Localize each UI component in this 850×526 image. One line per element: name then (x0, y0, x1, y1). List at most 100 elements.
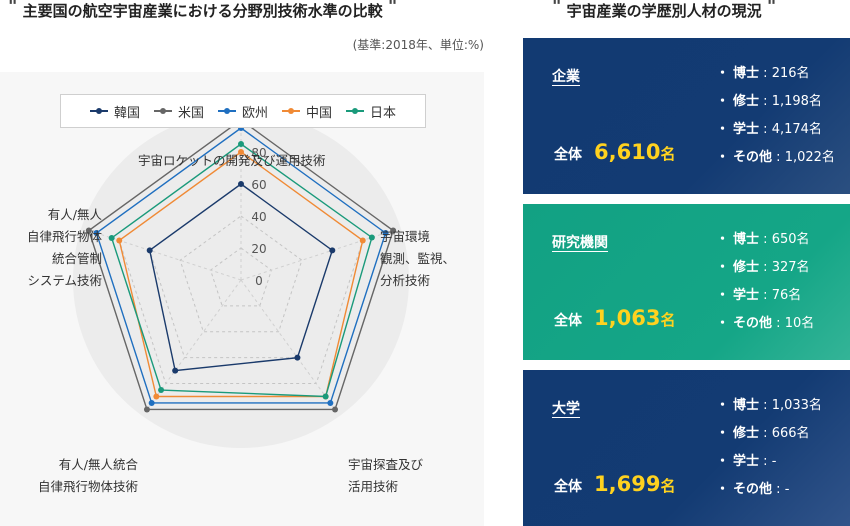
total-value: 1,699 (594, 472, 661, 496)
r-tick-label: 0 (255, 274, 263, 288)
degree-item: ・学士 : 76名 (716, 282, 814, 310)
total-unit: 名 (660, 145, 676, 163)
r-tick-label: 60 (251, 178, 266, 192)
axis-label-5: 有人/無人自律飛行物体統合管制システム技術 (20, 204, 102, 292)
degree-item: ・その他 : 10名 (716, 310, 814, 338)
bullet: ・ (716, 454, 730, 469)
degree-value: 76名 (771, 288, 802, 303)
degree-value: 1,198名 (771, 94, 822, 109)
degree-item: ・学士 : 4,174名 (716, 116, 835, 144)
talent-heading-text: 宇宙産業の学歴別人材の現況 (566, 2, 762, 20)
degree-sep: : (759, 66, 772, 81)
legend-swatch (346, 106, 365, 116)
degree-label: 学士 (733, 454, 760, 469)
axis-label-line: システム技術 (27, 273, 102, 288)
degree-label: 博士 (733, 398, 760, 413)
axis-label-1: 宇宙ロケットの開発及び運用技術 (138, 150, 326, 172)
data-point-korea (294, 354, 301, 361)
axis-label-2: 宇宙環境観測、監視、 分析技術 (380, 226, 455, 292)
total-value: 6,610 (594, 140, 661, 164)
degree-value: 216名 (771, 66, 810, 81)
total-value: 1,063 (594, 306, 661, 330)
data-point-japan (238, 141, 244, 147)
legend-swatch (217, 106, 236, 116)
data-point-japan (322, 393, 329, 400)
legend-item-korea: 韓国 (89, 102, 140, 121)
total-label: 全体 (554, 479, 582, 495)
degree-label: 修士 (733, 260, 760, 275)
data-point-china (153, 393, 160, 400)
talent-card: 企業 全体 6,610 名・博士 : 216名・修士 : 1,198名・学士 : 4,… (523, 38, 850, 194)
total-label: 全体 (554, 313, 582, 329)
quote-open: " (552, 0, 562, 17)
data-point-japan (368, 234, 375, 241)
degree-sep: : (772, 316, 785, 331)
bullet: ・ (716, 482, 730, 497)
degree-value: 327名 (771, 260, 810, 275)
legend-item-japan: 日本 (346, 102, 396, 121)
degree-sep: : (772, 482, 785, 497)
data-point-europe (327, 399, 334, 406)
axis-label-line: 宇宙探査及び (348, 457, 424, 472)
chart-heading-text: 主要国の航空宇宙産業における分野別技術水準の比較 (22, 2, 383, 20)
degree-sep: : (772, 150, 785, 165)
chart-legend: 韓国 米国 欧州 中国 日本 (60, 94, 426, 128)
quote-open: " (8, 0, 18, 17)
degree-label: 学士 (733, 288, 760, 303)
data-point-japan (108, 234, 115, 241)
bullet: ・ (716, 66, 730, 81)
chart-heading: " 主要国の航空宇宙産業における分野別技術水準の比較 " (8, 0, 397, 21)
r-tick-label: 40 (251, 210, 266, 224)
degree-value: 666名 (771, 426, 810, 441)
axis-label-line: 分析技術 (380, 273, 431, 288)
data-point-usa (332, 406, 339, 413)
legend-label: 米国 (177, 105, 204, 121)
data-point-korea (172, 367, 179, 374)
legend-item-usa: 米国 (153, 102, 204, 121)
axis-label-line: 有人/無人 (47, 207, 102, 222)
card-title: 大学 (552, 401, 580, 417)
bullet: ・ (716, 122, 730, 137)
degree-value: 4,174名 (771, 122, 822, 137)
degree-label: 博士 (733, 66, 760, 81)
degree-sep: : (759, 454, 772, 469)
degree-item: ・学士 : - (716, 448, 822, 476)
r-tick-label: 20 (251, 242, 266, 256)
degree-value: 1,033名 (771, 398, 822, 413)
degree-label: 修士 (733, 426, 760, 441)
data-point-china (116, 237, 123, 244)
legend-swatch (153, 106, 172, 116)
data-point-usa (143, 406, 150, 413)
legend-label: 韓国 (113, 105, 140, 121)
degree-label: その他 (733, 316, 773, 331)
degree-label: 博士 (733, 232, 760, 247)
degree-label: その他 (733, 482, 773, 497)
degree-list: ・博士 : 650名・修士 : 327名・学士 : 76名・その他 : 10名 (716, 226, 814, 338)
quote-close: " (387, 0, 398, 17)
degree-value: 650名 (771, 232, 810, 247)
bullet: ・ (716, 316, 730, 331)
unit-note: (基準:2018年、単位:%) (352, 38, 484, 52)
axis-label-line: 統合管制 (51, 251, 102, 266)
data-point-korea (238, 181, 244, 187)
axis-label-line: 宇宙環境 (380, 229, 431, 244)
talent-card: 研究機関 全体 1,063 名・博士 : 650名・修士 : 327名・学士 : 76… (523, 204, 850, 360)
legend-swatch (282, 106, 300, 116)
axis-label-line: 自律飛行物体 (26, 229, 102, 244)
legend-label: 中国 (306, 105, 333, 121)
degree-sep: : (759, 398, 772, 413)
card-total: 全体 6,610 名 (554, 140, 675, 164)
axis-label-line: 有人/無人統合 (58, 457, 138, 472)
card-total: 全体 1,699 名 (554, 472, 675, 496)
degree-value: 1,022名 (784, 150, 835, 165)
bullet: ・ (716, 232, 730, 247)
degree-item: ・修士 : 327名 (716, 254, 814, 282)
bullet: ・ (716, 398, 730, 413)
bullet: ・ (716, 260, 730, 275)
bullet: ・ (716, 426, 730, 441)
quote-close: " (766, 0, 777, 17)
axis-label-4: 有人/無人統合 自律飛行物体技術 (24, 454, 138, 498)
axis-label-3: 宇宙探査及び 活用技術 (348, 454, 423, 498)
degree-sep: : (759, 232, 772, 247)
axis-label-line: 観測、監視、 (380, 251, 456, 266)
